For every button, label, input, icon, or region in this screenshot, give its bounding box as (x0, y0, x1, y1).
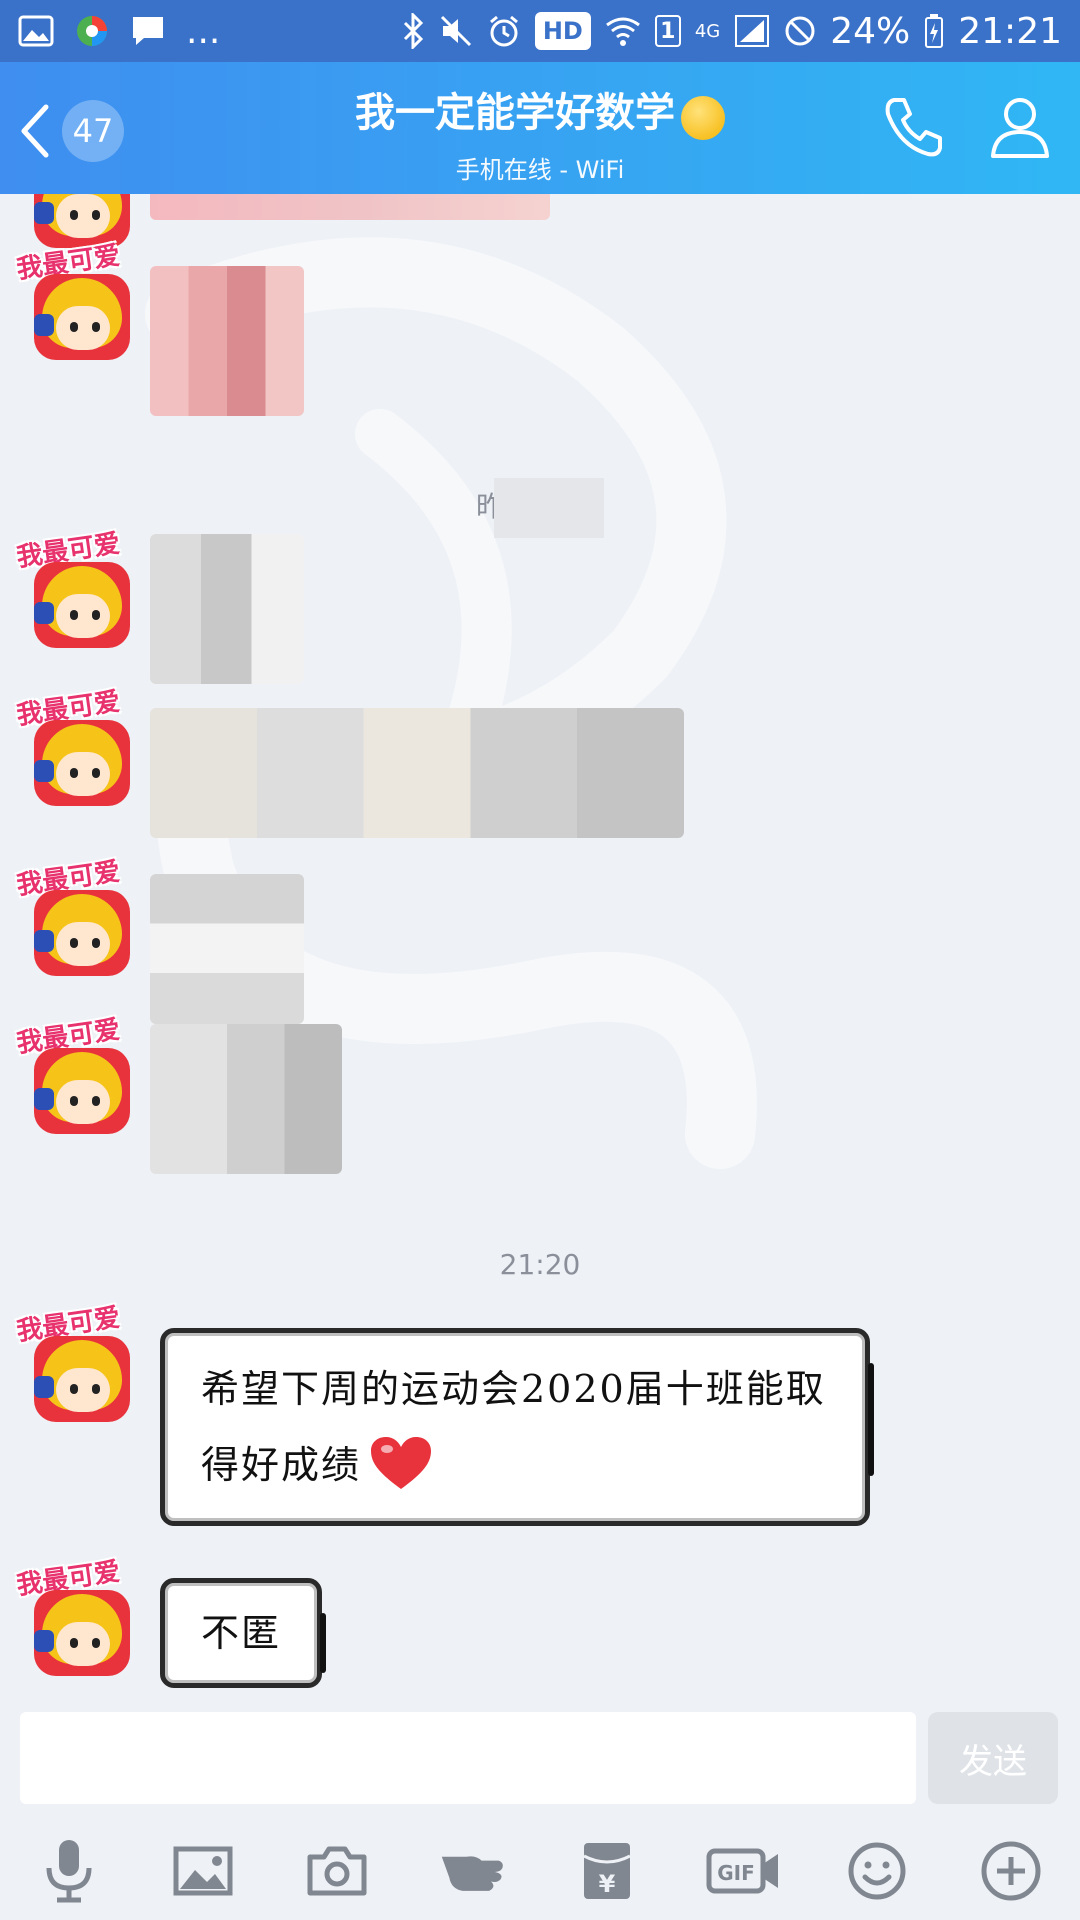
chat-header: 47 我一定能学好数学 手机在线 - WiFi (0, 62, 1080, 194)
svg-text:¥: ¥ (599, 1870, 616, 1898)
message-text: 希望下周的运动会2020届十班能取得好成绩 (201, 1367, 826, 1487)
avatar[interactable]: 我最可爱 (15, 1557, 130, 1676)
online-status: 手机在线 - WiFi (455, 155, 625, 184)
back-button[interactable]: 47 (20, 96, 160, 166)
status-bar: ... HD 1 4G 24% 21:21 (0, 0, 1080, 62)
thinking-face-icon (681, 95, 725, 140)
blurred-sticker[interactable] (150, 266, 304, 416)
bluetooth-icon (401, 11, 425, 51)
avatar[interactable]: 我最可爱 (15, 687, 130, 806)
message-input[interactable] (20, 1712, 916, 1804)
blurred-sticker[interactable] (150, 194, 550, 220)
svg-text:GIF: GIF (717, 1861, 755, 1885)
avatar[interactable]: 我最可爱 (15, 857, 130, 976)
blurred-sticker[interactable] (150, 874, 304, 1024)
message-bubble[interactable]: 希望下周的运动会2020届十班能取得好成绩 (160, 1328, 874, 1526)
input-toolbar: ¥ GIF (0, 1818, 1080, 1920)
person-icon (991, 98, 1049, 158)
chat-title: 我一定能学好数学 (355, 90, 675, 136)
battery-icon (924, 11, 944, 51)
network-type: 4G (694, 20, 721, 42)
input-row: 发送 (0, 1710, 1080, 1810)
avatar[interactable]: 我最可爱 (15, 529, 130, 648)
timestamp: 昨 (0, 478, 1080, 538)
message-list[interactable]: 我最可爱 昨 我最可爱 我最可爱 我最可爱 我最可爱 21:20 我最可爱 希望… (0, 194, 1080, 1710)
signal-icon (734, 11, 770, 51)
browser-icon (74, 11, 110, 51)
plus-icon[interactable] (976, 1836, 1046, 1906)
message-bubble[interactable]: 不匿 (160, 1578, 326, 1688)
unread-count-badge: 47 (62, 100, 124, 162)
phone-call-button[interactable] (880, 92, 950, 162)
more-notifications: ... (186, 10, 221, 52)
message-text: 不匿 (201, 1611, 282, 1655)
phone-icon (885, 98, 942, 157)
timestamp: 21:20 (499, 1248, 581, 1281)
alarm-icon (487, 11, 521, 51)
profile-button[interactable] (985, 92, 1055, 162)
blurred-sticker[interactable] (150, 534, 304, 684)
emoji-icon[interactable] (842, 1836, 912, 1906)
poke-icon[interactable] (438, 1836, 508, 1906)
avatar[interactable]: 我最可爱 (15, 241, 130, 360)
hd-badge: HD (534, 12, 591, 50)
gallery-icon (18, 11, 54, 51)
image-icon[interactable] (168, 1836, 238, 1906)
chat-title-area[interactable]: 我一定能学好数学 手机在线 - WiFi (200, 80, 880, 185)
wifi-icon (605, 11, 641, 51)
clock: 21:21 (958, 10, 1062, 52)
blurred-sticker[interactable] (150, 1024, 342, 1174)
chevron-left-icon (21, 104, 49, 158)
message-icon (130, 11, 166, 51)
blurred-image[interactable] (150, 708, 684, 838)
heart-icon (371, 1436, 432, 1489)
send-button[interactable]: 发送 (928, 1712, 1058, 1804)
avatar[interactable]: 我最可爱 (15, 1303, 130, 1422)
microphone-icon[interactable] (34, 1836, 104, 1906)
gif-icon[interactable]: GIF (706, 1836, 782, 1906)
dnd-icon (784, 11, 816, 51)
sim-badge: 1 (654, 15, 681, 47)
mute-icon (439, 11, 473, 51)
red-packet-icon[interactable]: ¥ (572, 1836, 642, 1906)
battery-percent: 24% (830, 10, 911, 52)
avatar[interactable]: 我最可爱 (15, 1015, 130, 1134)
camera-icon[interactable] (302, 1836, 372, 1906)
